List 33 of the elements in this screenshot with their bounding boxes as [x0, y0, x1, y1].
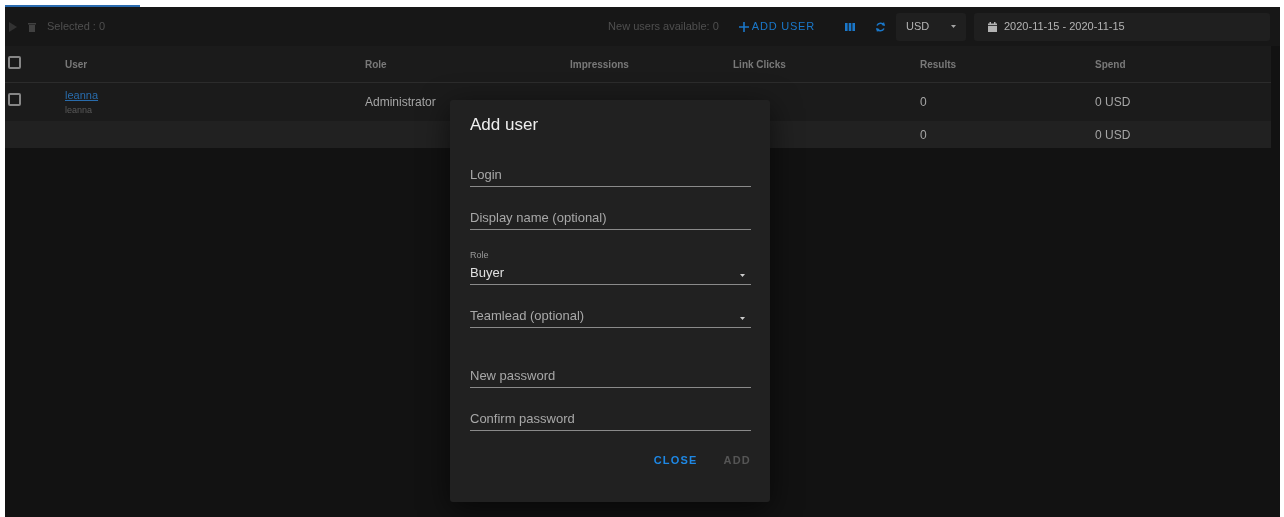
columns-icon[interactable]	[843, 20, 857, 33]
caret-icon	[951, 25, 956, 28]
column-header: Results	[919, 57, 958, 72]
field-placeholder: Teamlead (optional)	[470, 308, 585, 326]
select-field[interactable]: Role Buyer	[470, 251, 751, 286]
plus-icon	[738, 21, 749, 32]
table-cell-text: 0	[919, 94, 928, 111]
add-user-button[interactable]: ADD USER	[734, 18, 819, 35]
caret-icon	[740, 274, 745, 278]
input-field[interactable]: New password	[470, 365, 751, 388]
field-value: Buyer	[470, 263, 504, 282]
table-cell-text: 0 USD	[1094, 94, 1132, 111]
select-field[interactable]: Teamlead (optional)	[470, 306, 751, 329]
column-header: Role	[364, 57, 388, 72]
caret-icon	[740, 317, 745, 321]
input-field[interactable]: Confirm password	[470, 408, 751, 431]
dialog-title: Add user	[470, 115, 540, 136]
calendar-icon	[988, 21, 997, 32]
checkbox[interactable]	[8, 93, 21, 106]
checkbox[interactable]	[8, 55, 21, 69]
column-header: Link Clicks	[732, 57, 787, 72]
column-header: User	[64, 57, 89, 72]
input-field[interactable]: Login	[470, 164, 751, 187]
dialog-button[interactable]: CLOSE	[653, 452, 698, 469]
table-cell-text: Administrator	[364, 94, 437, 111]
date-range-picker[interactable]: 2020-11-15 - 2020-11-15	[974, 12, 1270, 41]
column-header: Spend	[1094, 57, 1127, 72]
field-label: Role	[470, 249, 490, 263]
column-header: Impressions	[569, 57, 630, 72]
currency-select[interactable]: USD	[896, 12, 966, 41]
table-cell-text: 0	[919, 126, 928, 144]
table-cell-text: 0 USD	[1094, 126, 1132, 144]
input-field[interactable]: Display name (optional)	[470, 207, 751, 230]
